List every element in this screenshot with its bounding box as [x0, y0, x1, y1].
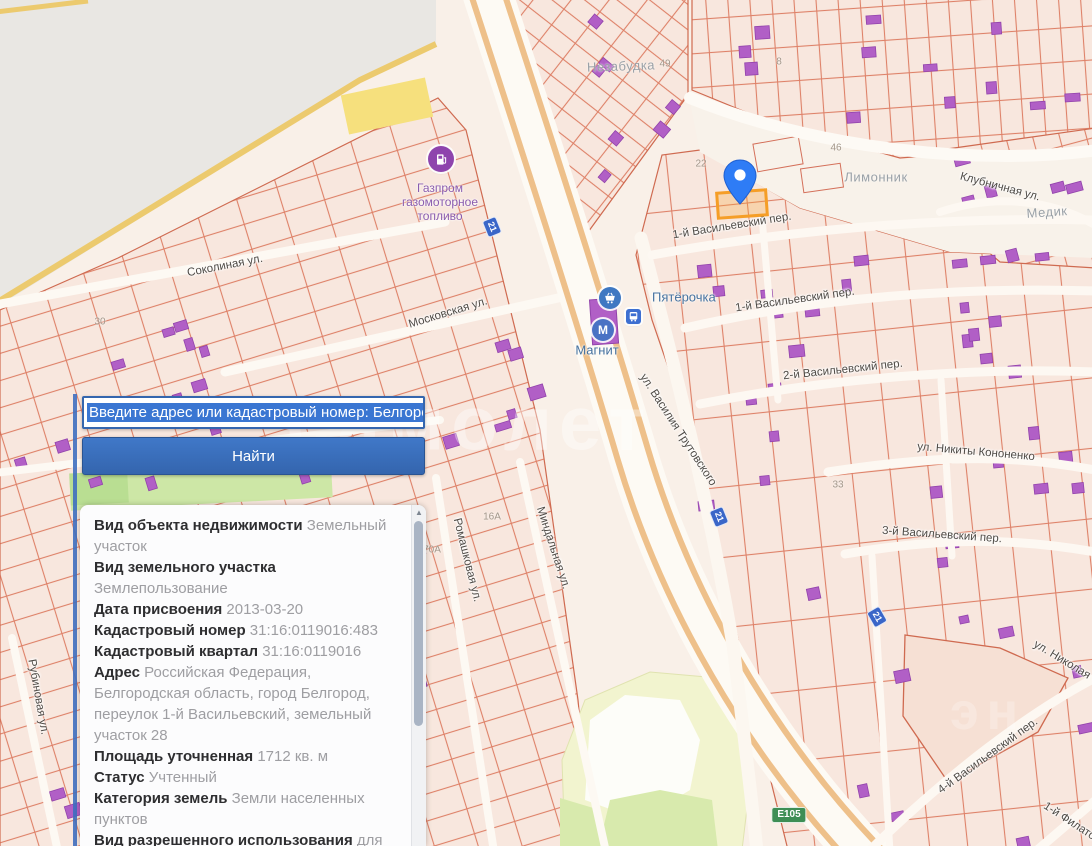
panel-field: Вид земельного участка Землепользование — [94, 557, 394, 599]
house — [768, 430, 780, 443]
house — [1029, 100, 1046, 111]
house — [841, 278, 853, 293]
panel-field: Адрес Российская Федерация, Белгородская… — [94, 662, 394, 746]
field-label: Адрес — [94, 664, 141, 681]
basket-icon[interactable] — [599, 287, 621, 309]
search-input-value: Введите адрес или кадастровый номер: Бел… — [87, 403, 423, 422]
house — [788, 343, 806, 359]
house — [1071, 664, 1084, 679]
house — [943, 96, 956, 109]
scroll-up-arrow-icon[interactable]: ▲ — [412, 505, 426, 519]
field-label: Вид разрешенного использования — [94, 832, 353, 846]
house — [861, 46, 877, 59]
field-label: Кадастровый номер — [94, 622, 246, 639]
map-stage: самолет эн Соколиная ул. Московская ул. Рома… — [0, 0, 1092, 846]
house — [696, 263, 713, 279]
field-value: Землепользование — [94, 580, 228, 597]
field-label: Вид объекта недвижимости — [94, 517, 303, 534]
field-value: 2013-03-20 — [222, 601, 304, 618]
panel-field: Категория земель Земли населенных пункто… — [94, 788, 394, 830]
house — [979, 352, 994, 365]
panel-field: Вид объекта недвижимости Земельный участ… — [94, 515, 394, 557]
bus-icon[interactable] — [625, 308, 641, 324]
house — [922, 63, 938, 73]
panel-field: Кадастровый квартал 31:16:0119016 — [94, 641, 394, 662]
parcel-info-panel: Вид объекта недвижимости Земельный участ… — [80, 505, 426, 846]
pin-icon — [723, 159, 757, 205]
panel-field: Площадь уточненная 1712 кв. м — [94, 746, 394, 767]
field-label: Площадь уточненная — [94, 748, 254, 765]
field-value: 31:16:0119016:483 — [245, 622, 378, 639]
field-label: Кадастровый квартал — [94, 643, 259, 660]
house — [936, 556, 949, 569]
panel-scrollbar[interactable]: ▲ — [411, 505, 426, 846]
fuel-icon[interactable] — [428, 146, 454, 172]
house — [865, 14, 882, 25]
house — [856, 783, 870, 799]
field-label: Дата присвоения — [94, 601, 223, 618]
map-pin[interactable] — [723, 159, 757, 210]
field-label: Статус — [94, 769, 145, 786]
house — [744, 61, 759, 76]
search-input[interactable]: Введите адрес или кадастровый номер: Бел… — [82, 396, 425, 429]
house — [958, 614, 970, 625]
house — [712, 285, 726, 298]
find-button[interactable]: Найти — [82, 437, 425, 475]
house — [967, 327, 981, 342]
widget-frame-edge — [73, 394, 77, 846]
house — [759, 474, 771, 487]
letter-m-icon[interactable]: М — [592, 319, 614, 341]
house — [853, 254, 870, 267]
field-label: Вид земельного участка — [94, 559, 276, 576]
house — [988, 315, 1003, 328]
house — [1033, 482, 1050, 495]
scroll-thumb[interactable] — [414, 521, 423, 726]
house — [959, 301, 970, 314]
house — [979, 254, 997, 266]
house — [754, 25, 771, 40]
field-value: Учтенный — [144, 769, 217, 786]
panel-field: Дата присвоения 2013-03-20 — [94, 599, 394, 620]
house — [1027, 425, 1041, 441]
house — [929, 485, 944, 499]
panel-field: Статус Учтенный — [94, 767, 394, 788]
panel-fields: Вид объекта недвижимости Земельный участ… — [94, 515, 394, 846]
field-label: Категория земель — [94, 790, 228, 807]
field-value: 31:16:0119016 — [258, 643, 362, 660]
house — [1064, 92, 1081, 103]
field-value: 1712 кв. м — [253, 748, 329, 765]
panel-field: Вид разрешенного использования для персп… — [94, 830, 394, 846]
house — [805, 586, 822, 601]
house — [985, 81, 998, 95]
house — [1034, 251, 1050, 262]
house — [1071, 482, 1085, 495]
house — [893, 668, 912, 685]
house — [846, 111, 862, 124]
house — [951, 258, 968, 269]
panel-field: Кадастровый номер 31:16:0119016:483 — [94, 620, 394, 641]
house — [990, 21, 1003, 35]
house — [738, 45, 752, 59]
